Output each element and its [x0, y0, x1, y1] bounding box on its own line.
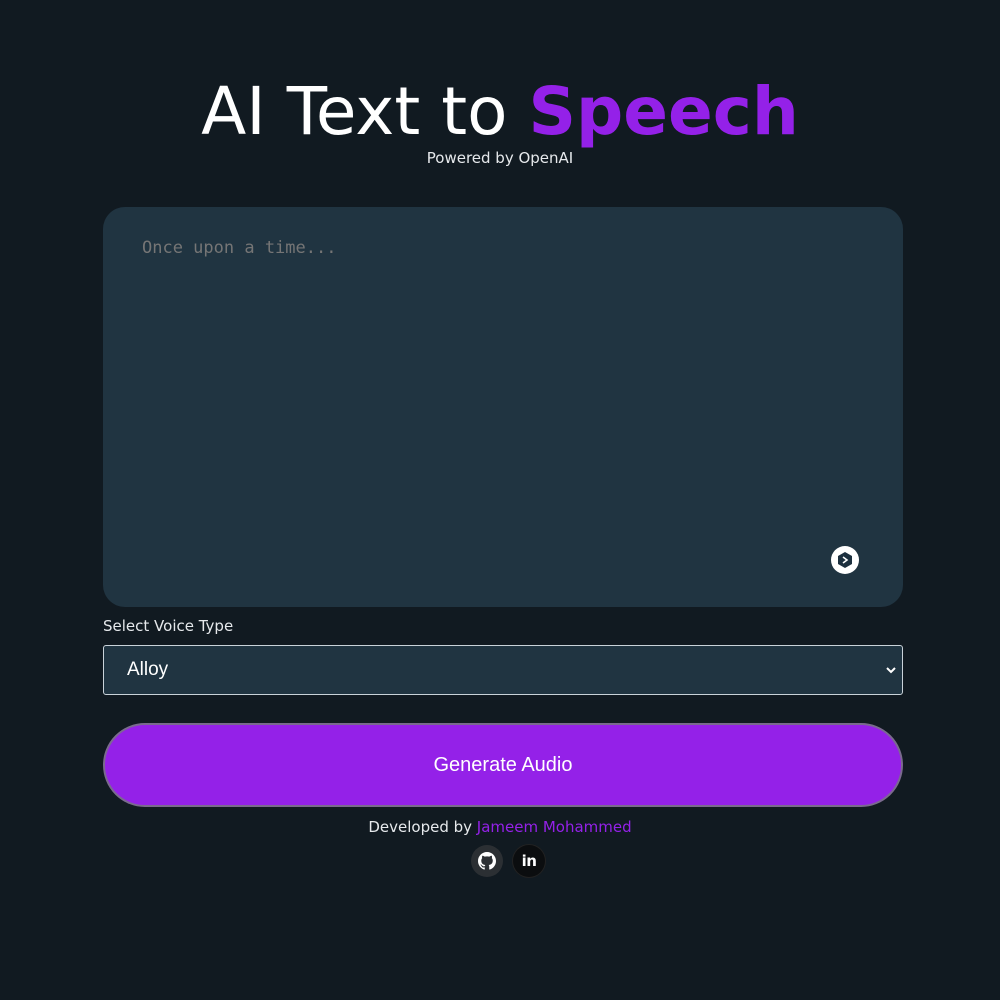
developer-credit: Developed by Jameem Mohammed	[0, 817, 1000, 837]
github-icon	[478, 852, 496, 870]
grammarly-icon[interactable]	[831, 546, 859, 574]
generate-audio-button[interactable]: Generate Audio	[103, 723, 903, 807]
app-page: AI Text to Speech Powered by OpenAI Sele…	[0, 0, 1000, 1000]
linkedin-link[interactable]: in	[513, 845, 545, 877]
voice-type-label: Select Voice Type	[103, 617, 234, 635]
github-link[interactable]	[471, 845, 503, 877]
text-input[interactable]	[142, 235, 842, 535]
linkedin-icon: in	[521, 852, 537, 870]
page-title: AI Text to Speech	[0, 70, 1000, 154]
social-links: in	[471, 845, 545, 877]
grammarly-glyph	[838, 552, 852, 568]
voice-type-select[interactable]: Alloy	[103, 645, 903, 695]
chevron-down-icon	[886, 667, 896, 674]
page-title-main: AI Text to	[201, 73, 529, 150]
voice-type-selected: Alloy	[127, 659, 169, 680]
page-subtitle: Powered by OpenAI	[426, 149, 574, 167]
text-input-panel	[103, 207, 903, 607]
page-title-accent: Speech	[528, 73, 799, 150]
author-link[interactable]: Jameem Mohammed	[477, 818, 632, 836]
developer-credit-prefix: Developed by	[368, 818, 477, 836]
